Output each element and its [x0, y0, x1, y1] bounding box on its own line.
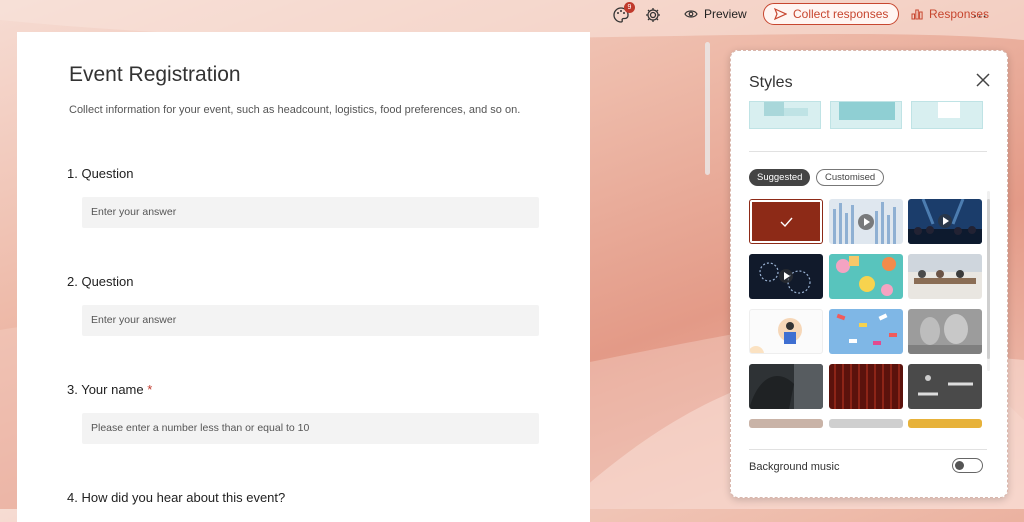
theme-thumb-red-curtain[interactable] — [829, 364, 903, 409]
form-card: Event Registration Collect information f… — [17, 32, 590, 522]
notification-badge: 9 — [624, 2, 635, 13]
tab-suggested[interactable]: Suggested — [749, 169, 811, 186]
tab-customised[interactable]: Customised — [816, 169, 885, 186]
theme-thumb-office[interactable] — [908, 254, 982, 299]
question-1-label: 1. Question — [67, 166, 134, 181]
theme-thumb-road[interactable] — [908, 364, 982, 409]
question-3-text: 3. Your name — [67, 382, 144, 397]
question-3-label: 3. Your name * — [67, 382, 152, 397]
more-options-button[interactable]: ... — [973, 4, 988, 20]
settings-gear-icon[interactable] — [644, 6, 662, 24]
checkmark-icon — [780, 217, 793, 228]
theme-thumb-illustration[interactable] — [749, 309, 823, 354]
theme-thumb-partial-2[interactable] — [829, 419, 903, 428]
close-icon[interactable] — [975, 72, 991, 88]
panel-scrollbar-thumb[interactable] — [987, 199, 990, 359]
page-scrollbar[interactable] — [705, 42, 710, 175]
collect-responses-button[interactable]: Collect responses — [763, 3, 900, 25]
form-description[interactable]: Collect information for your event, such… — [69, 104, 520, 116]
eye-icon — [684, 10, 698, 18]
background-music-toggle[interactable] — [952, 458, 983, 473]
question-4-label: 4. How did you hear about this event? — [67, 490, 286, 505]
theme-thumb-confetti[interactable] — [829, 309, 903, 354]
theme-thumb-concert[interactable] — [908, 199, 982, 244]
form-title[interactable]: Event Registration — [69, 63, 241, 87]
theme-thumb-donuts[interactable] — [829, 254, 903, 299]
bar-chart-icon — [911, 9, 923, 20]
background-music-label: Background music — [749, 461, 840, 473]
panel-divider-bottom — [749, 449, 987, 450]
theme-thumb-partial-3[interactable] — [908, 419, 982, 428]
toggle-knob — [955, 461, 964, 470]
preview-button[interactable]: Preview — [684, 7, 747, 21]
palette-icon[interactable]: 9 — [612, 2, 635, 24]
collect-responses-label: Collect responses — [793, 7, 889, 21]
styles-panel-title: Styles — [749, 74, 793, 91]
theme-thumb-blue-bars[interactable] — [829, 199, 903, 244]
send-icon — [774, 8, 787, 20]
question-3-answer-input[interactable]: Please enter a number less than or equal… — [82, 413, 539, 444]
preview-label: Preview — [704, 7, 747, 21]
theme-preview-teal-3[interactable] — [911, 101, 983, 129]
panel-divider-top — [749, 151, 987, 152]
required-asterisk: * — [147, 382, 153, 397]
question-2-label: 2. Question — [67, 274, 134, 289]
theme-preview-teal-1[interactable] — [749, 101, 821, 129]
theme-thumb-dark-red[interactable] — [749, 199, 823, 244]
theme-thumb-glassware[interactable] — [908, 309, 982, 354]
question-2-answer-input[interactable]: Enter your answer — [82, 305, 539, 336]
question-1-answer-input[interactable]: Enter your answer — [82, 197, 539, 228]
theme-thumb-dark-floral[interactable] — [749, 254, 823, 299]
theme-preview-teal-2[interactable] — [830, 101, 902, 129]
top-toolbar: 9 Preview Collect responses Responses ..… — [600, 0, 1024, 32]
styles-panel: Styles Suggested Customised Background m… — [730, 50, 1008, 498]
theme-thumb-car-interior[interactable] — [749, 364, 823, 409]
theme-thumb-partial-1[interactable] — [749, 419, 823, 428]
